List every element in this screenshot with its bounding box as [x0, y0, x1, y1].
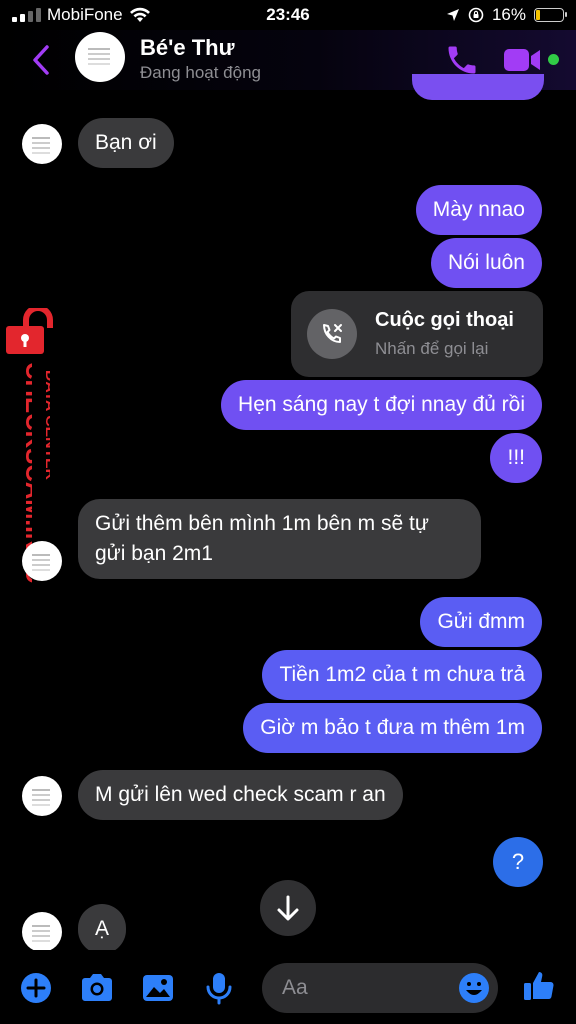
plus-icon[interactable] — [18, 970, 54, 1006]
call-title: Cuộc gọi thoại — [375, 309, 514, 331]
online-indicator — [548, 54, 559, 65]
call-log-card[interactable]: Cuộc gọi thoại Nhấn để gọi lại — [291, 291, 543, 377]
contact-avatar[interactable] — [75, 32, 125, 82]
outgoing-message[interactable]: Hẹn sáng nay t đợi nnay đủ rồi — [221, 380, 542, 430]
message-input[interactable] — [262, 963, 498, 1013]
sender-avatar[interactable] — [22, 541, 62, 581]
message-line: Gửi thêm bên mình 1m bên m sẽ tự — [95, 512, 429, 535]
watermark-subtitle: DATA CENTER — [43, 370, 50, 480]
message-bubble-partial[interactable] — [412, 74, 544, 100]
outgoing-message[interactable]: Giờ m bảo t đưa m thêm 1m — [243, 703, 542, 753]
arrow-down-icon — [277, 895, 299, 921]
like-icon[interactable] — [522, 968, 558, 1004]
battery-percent: 16% — [491, 5, 526, 24]
outgoing-message[interactable]: Tiền 1m2 của t m chưa trả — [262, 650, 542, 700]
contact-name[interactable]: Bé'e Thư — [140, 35, 235, 61]
mic-icon[interactable] — [201, 970, 237, 1006]
outgoing-message[interactable]: ? — [493, 837, 543, 887]
call-subtitle: Nhấn để gọi lại — [375, 339, 489, 358]
sender-avatar[interactable] — [22, 912, 62, 952]
lock-icon — [6, 308, 53, 354]
message-line: gửi bạn 2m1 — [95, 542, 213, 565]
outgoing-message[interactable]: Nói luôn — [430, 238, 542, 288]
missed-call-icon — [307, 309, 357, 359]
outgoing-message[interactable]: Gửi đmm — [420, 597, 542, 647]
scroll-down-button[interactable] — [260, 880, 316, 936]
incoming-message[interactable]: Gửi thêm bên mình 1m bên m sẽ tự gửi bạn… — [78, 499, 481, 579]
svg-text:DATA CENTER: DATA CENTER — [43, 370, 50, 480]
image-icon[interactable] — [140, 970, 176, 1006]
camera-icon[interactable] — [79, 970, 115, 1006]
incoming-message[interactable]: Bạn ơi — [78, 118, 174, 168]
video-icon[interactable] — [502, 44, 542, 76]
phone-icon[interactable] — [444, 42, 480, 78]
contact-status: Đang hoạt động — [140, 63, 261, 82]
outgoing-message[interactable]: !!! — [490, 433, 542, 483]
orientation-lock-icon — [468, 7, 484, 23]
composer-bar — [0, 950, 576, 1024]
incoming-message[interactable]: M gửi lên wed check scam r an — [78, 770, 403, 820]
outgoing-message[interactable]: Mày nnao — [415, 185, 542, 235]
incoming-message[interactable]: Ạ — [78, 904, 127, 954]
sender-avatar[interactable] — [22, 124, 62, 164]
emoji-icon[interactable] — [457, 971, 491, 1005]
location-icon — [446, 9, 459, 21]
message-field[interactable] — [282, 973, 452, 1003]
status-right: 16% — [446, 5, 567, 25]
battery-icon — [534, 8, 567, 22]
status-bar: MobiFone 23:46 16% — [0, 0, 576, 30]
back-icon[interactable] — [28, 40, 54, 80]
sender-avatar[interactable] — [22, 776, 62, 816]
